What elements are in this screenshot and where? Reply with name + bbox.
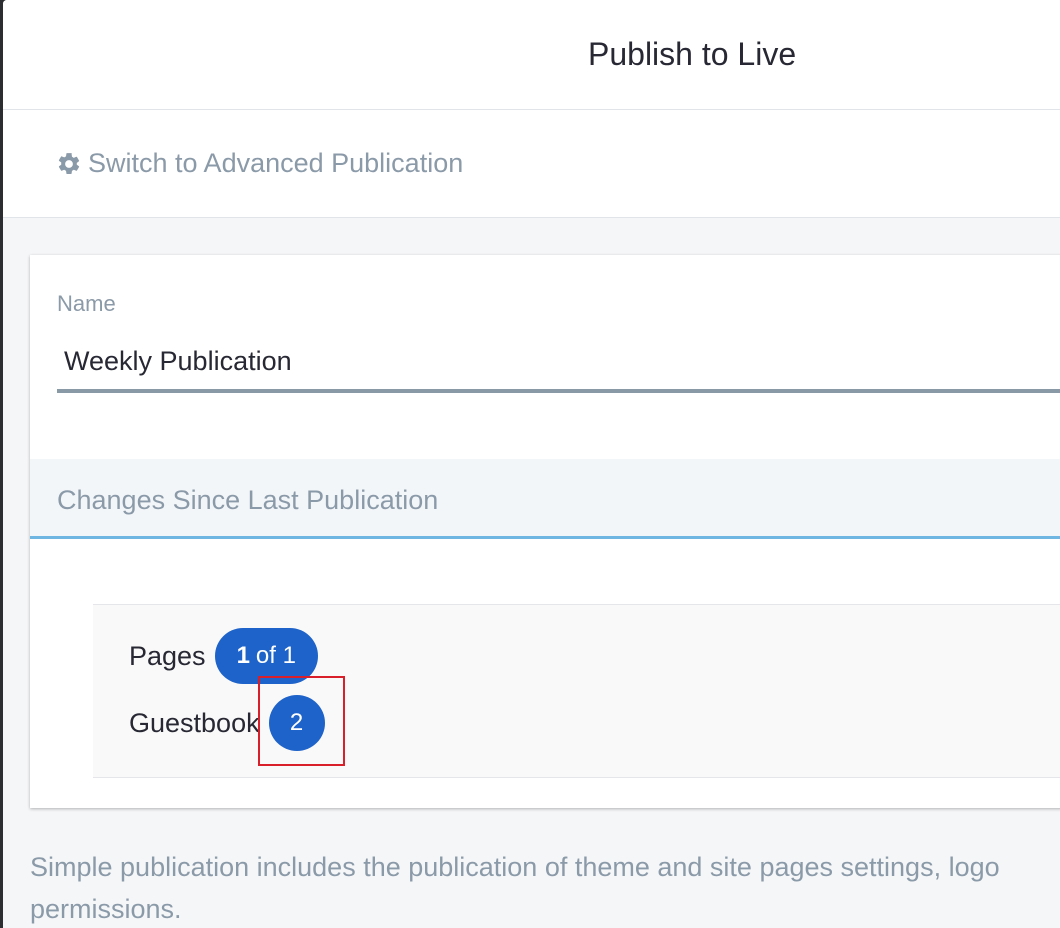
guestbook-count-badge[interactable]: 2 xyxy=(268,695,325,751)
name-label: Name xyxy=(57,291,116,316)
simple-publication-description: Simple publication includes the publicat… xyxy=(30,852,1000,924)
changes-title: Changes Since Last Publication xyxy=(57,485,439,515)
gear-icon xyxy=(58,152,80,174)
list-item-pages: Pages 1 of 1 xyxy=(129,628,318,684)
pages-count-badge: 1 of 1 xyxy=(214,628,318,684)
switch-bar: Switch to Advanced Publication xyxy=(3,110,1060,218)
guestbook-label: Guestbook xyxy=(129,707,260,738)
changes-list: Pages 1 of 1 Guestbook 2 xyxy=(93,604,1060,778)
switch-to-advanced-label: Switch to Advanced Publication xyxy=(88,148,464,178)
pages-label: Pages xyxy=(129,640,206,671)
switch-to-advanced-link[interactable]: Switch to Advanced Publication xyxy=(56,148,463,179)
publish-modal: Publish to Live Switch to Advanced Publi… xyxy=(3,0,1060,928)
changes-header[interactable]: Changes Since Last Publication xyxy=(30,459,1060,539)
publication-card: Name Changes Since Last Publication Page… xyxy=(30,255,1060,808)
pages-count-selected: 1 xyxy=(236,642,250,669)
pages-count-total: of 1 xyxy=(255,642,296,669)
modal-header: Publish to Live xyxy=(3,0,1060,110)
name-input[interactable] xyxy=(57,333,1060,393)
list-item-guestbook: Guestbook 2 xyxy=(129,695,325,751)
modal-title: Publish to Live xyxy=(588,36,797,72)
